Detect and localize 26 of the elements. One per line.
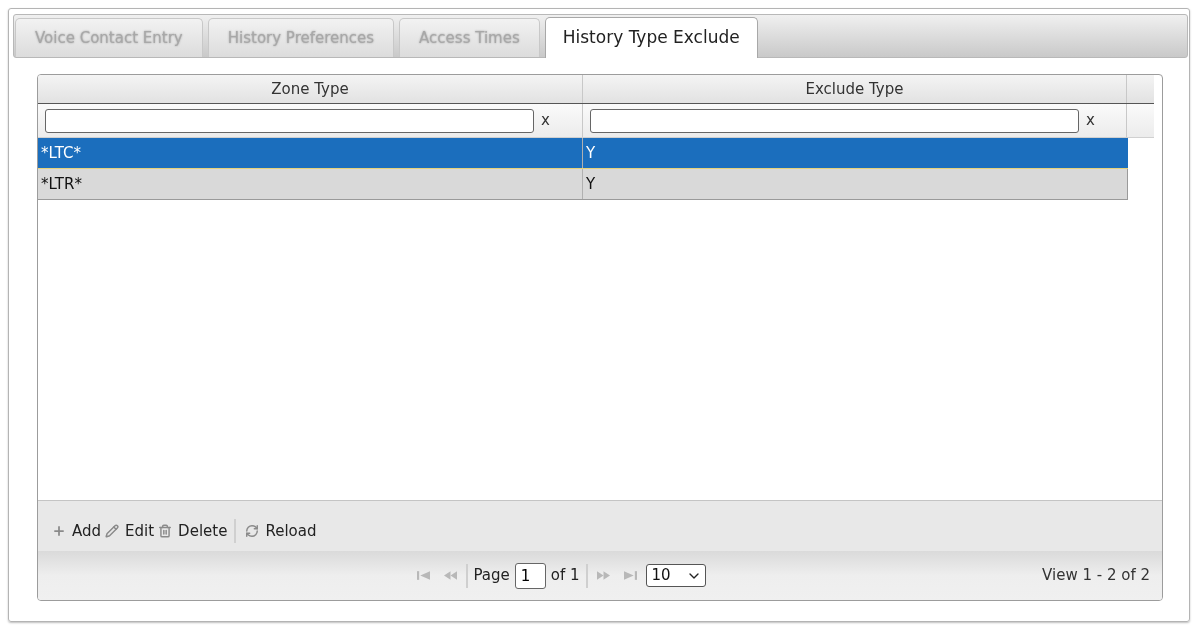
toolbar-button[interactable]: Add [52,519,102,543]
toolbar-button[interactable]: Edit [105,519,155,543]
page-size-select[interactable]: 10 [645,564,706,587]
toolbar-button[interactable]: Reload [245,519,317,543]
table-row[interactable]: *LTR* Y [38,169,1128,200]
clear-filter-button[interactable]: x [538,113,553,128]
table-cell-text: Y [585,173,597,195]
table-cell-text: Y [585,142,597,164]
column-header[interactable]: Exclude Type [583,75,1127,103]
refresh-icon [245,524,260,538]
plus-icon [52,524,66,538]
filter-input[interactable] [590,108,1079,133]
record-summary: View 1 - 2 of 2 [1042,565,1150,587]
page-label: Page [473,565,510,587]
table-cell: *LTC* [38,138,583,168]
table-cell: *LTR* [38,169,583,199]
trash-icon [158,524,173,538]
tab[interactable]: History Type Exclude [544,17,758,58]
pencil-icon [105,524,120,538]
column-header[interactable]: Zone Type [38,75,583,103]
toolbar-button[interactable]: Delete [158,519,228,543]
page-input[interactable]: 1 [514,562,546,589]
filter-input[interactable] [45,108,534,133]
table-row[interactable]: *LTC* Y [38,138,1128,169]
page-count: of 1 [550,565,580,587]
clear-filter-button[interactable]: x [1083,113,1098,128]
